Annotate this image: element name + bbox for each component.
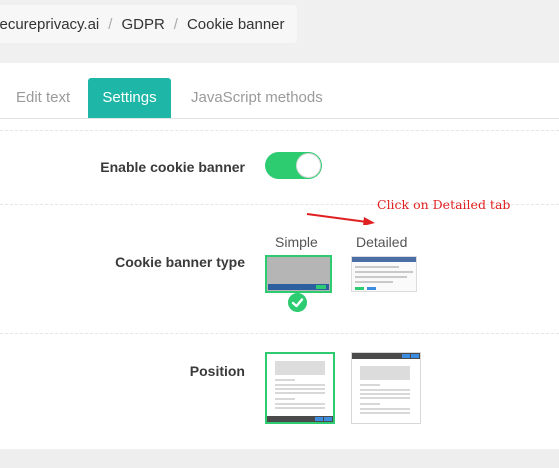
breadcrumb: secureprivacy.ai / GDPR / Cookie banner (0, 5, 297, 43)
cookie-banner-type-label: Cookie banner type (115, 254, 245, 270)
row-divider (0, 130, 559, 131)
detailed-header-bar (352, 257, 416, 262)
banner-button (411, 354, 419, 358)
detailed-line (355, 266, 399, 268)
page-line (360, 389, 410, 391)
type-option-detailed-thumbnail[interactable] (351, 256, 417, 292)
page-line (360, 403, 380, 405)
position-option-top-thumbnail[interactable] (351, 352, 421, 424)
page-block (275, 361, 325, 375)
tab-bar-underline (0, 118, 559, 119)
breadcrumb-item-cookie-banner: Cookie banner (186, 15, 285, 33)
page-line (275, 384, 325, 386)
tab-javascript-methods[interactable]: JavaScript methods (175, 78, 339, 118)
page-line (275, 379, 295, 381)
detailed-line (355, 276, 407, 278)
banner-accept-button (316, 285, 326, 289)
page-line (275, 398, 295, 400)
enable-cookie-banner-label: Enable cookie banner (100, 159, 245, 175)
settings-panel: Edit text Settings JavaScript methods En… (0, 63, 559, 449)
type-option-simple-thumbnail[interactable] (265, 255, 332, 293)
detailed-line (355, 281, 393, 283)
annotation-arrow-icon (306, 213, 375, 225)
annotation-text: Click on Detailed tab (377, 197, 511, 212)
page-line (275, 403, 325, 405)
tab-settings[interactable]: Settings (88, 78, 171, 118)
row-divider (0, 333, 559, 334)
type-option-detailed-label[interactable]: Detailed (356, 234, 407, 250)
detailed-settings-button (367, 287, 376, 290)
type-option-simple-label[interactable]: Simple (275, 234, 318, 250)
page-line (360, 408, 410, 410)
banner-button (324, 417, 332, 421)
position-option-bottom-thumbnail[interactable] (265, 352, 335, 424)
detailed-accept-button (355, 287, 364, 290)
page-line (360, 397, 410, 399)
banner-button (402, 354, 410, 358)
page-line (275, 388, 325, 390)
page-block (360, 366, 410, 380)
banner-button (315, 417, 323, 421)
position-label: Position (189, 363, 245, 379)
tab-edit-text[interactable]: Edit text (0, 78, 86, 118)
banner-bar (268, 284, 329, 290)
banner-bar (267, 416, 333, 422)
page-line (360, 393, 410, 395)
tab-bar: Edit text Settings JavaScript methods (0, 78, 559, 118)
breadcrumb-separator: / (173, 15, 178, 33)
page-line (360, 412, 410, 414)
enable-cookie-banner-toggle[interactable] (265, 152, 322, 179)
footer-strip (0, 449, 559, 468)
page-line (275, 392, 325, 394)
selected-check-icon (288, 293, 307, 312)
breadcrumb-item-gdpr[interactable]: GDPR (121, 16, 164, 33)
breadcrumb-item-secureprivacy[interactable]: secureprivacy.ai (0, 16, 99, 33)
page-line (360, 384, 380, 386)
toggle-knob (296, 153, 321, 178)
breadcrumb-separator: / (108, 15, 113, 33)
page-line (275, 407, 325, 409)
detailed-line (355, 271, 413, 273)
banner-bar (352, 353, 420, 359)
